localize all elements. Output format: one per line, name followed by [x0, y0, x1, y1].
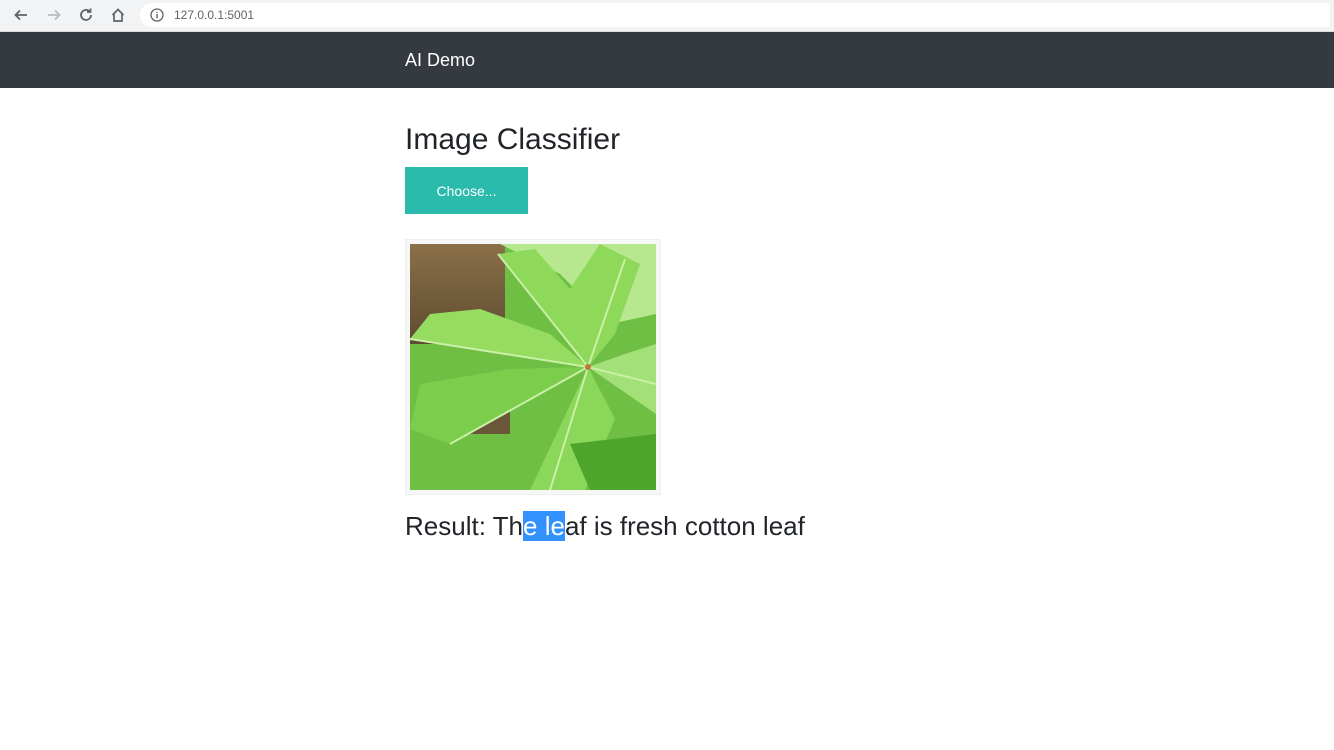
result-prefix: Result: Th — [405, 511, 524, 541]
back-icon[interactable] — [9, 4, 33, 26]
address-bar[interactable]: 127.0.0.1:5001 — [140, 3, 1330, 27]
choose-file-button[interactable]: Choose... — [405, 167, 528, 214]
reload-icon[interactable] — [74, 4, 98, 26]
cotton-leaf-image — [410, 244, 656, 490]
forward-icon[interactable] — [42, 4, 66, 26]
info-icon[interactable] — [150, 8, 164, 22]
result-text: Result: The leaf is fresh cotton leaf — [405, 511, 805, 542]
navbar: AI Demo — [0, 32, 1334, 88]
result-suffix: af is fresh cotton leaf — [564, 511, 805, 541]
home-icon[interactable] — [106, 4, 130, 26]
browser-toolbar: 127.0.0.1:5001 — [0, 0, 1334, 32]
image-preview — [405, 239, 661, 495]
url-text: 127.0.0.1:5001 — [174, 8, 255, 22]
page-title: Image Classifier — [405, 123, 621, 156]
selected-text: e le — [523, 511, 565, 541]
navbar-brand[interactable]: AI Demo — [405, 50, 475, 71]
